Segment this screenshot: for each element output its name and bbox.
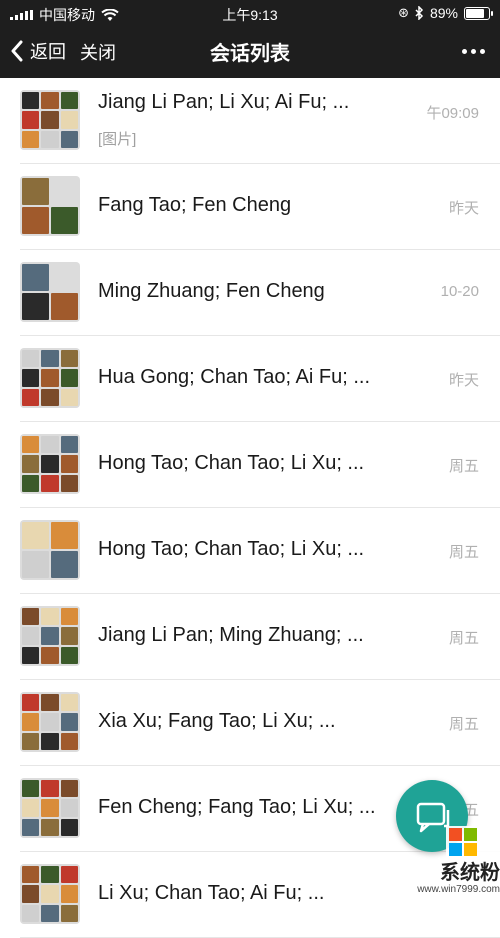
rotation-lock-icon: ⊛ (398, 5, 409, 20)
group-avatar (20, 864, 80, 924)
conversation-name: Hong Tao; Chan Tao; Li Xu; ... (98, 452, 365, 474)
group-avatar (20, 434, 80, 494)
conversation-name: Li Xu; Chan Tao; Ai Fu; ... (98, 882, 325, 904)
conversation-name: Hua Gong; Chan Tao; Ai Fu; ... (98, 366, 371, 388)
group-avatar (20, 692, 80, 752)
close-button[interactable]: 关闭 (80, 39, 116, 65)
group-avatar (20, 778, 80, 838)
watermark: 系统粉 www.win7999.com (417, 826, 500, 901)
conversation-row[interactable]: Jiang Li Pan; Li Xu; Ai Fu; ... [图片] 午09:0… (0, 78, 500, 164)
conversation-name: Jiang Li Pan; Ming Zhuang; ... (98, 624, 364, 646)
more-button[interactable] (458, 38, 488, 64)
conversation-row[interactable]: Ming Zhuang; Fen Cheng 10-20 (0, 250, 500, 336)
conversation-row[interactable]: Xia Xu; Fang Tao; Li Xu; ... 周五 (0, 680, 500, 766)
message-preview: [图片] (98, 131, 137, 148)
bluetooth-icon (415, 6, 424, 20)
conversation-time: 周五 (448, 630, 479, 647)
conversation-row[interactable]: Fang Tao; Fen Cheng 昨天 (0, 164, 500, 250)
status-right: ⊛ 89% (398, 5, 493, 21)
chevron-left-icon (11, 40, 23, 62)
conversation-time: 10-20 (440, 283, 479, 300)
conversation-time: 周五 (448, 716, 479, 733)
page-title: 会话列表 (210, 43, 290, 65)
conversation-name: Jiang Li Pan; Li Xu; Ai Fu; ... (98, 91, 350, 113)
back-label: 返回 (30, 42, 66, 62)
conversation-time: 昨天 (448, 200, 479, 217)
watermark-text: 系统粉 (440, 862, 500, 884)
group-avatar (20, 606, 80, 666)
conversation-row[interactable]: Hong Tao; Chan Tao; Li Xu; ... 周五 (0, 508, 500, 594)
group-avatar (20, 90, 80, 150)
more-dot-icon (470, 48, 476, 54)
battery-percent: 89% (429, 5, 458, 21)
conversation-name: Ming Zhuang; Fen Cheng (98, 280, 325, 302)
more-dot-icon (479, 48, 485, 54)
conversation-time: 周五 (448, 458, 479, 475)
battery-icon (464, 6, 493, 20)
more-dot-icon (461, 48, 467, 54)
conversation-name: Fen Cheng; Fang Tao; Li Xu; ... (98, 796, 376, 818)
conversation-name: Fang Tao; Fen Cheng (98, 194, 292, 216)
conversation-time: 周五 (448, 544, 479, 561)
conversation-row[interactable]: Hua Gong; Chan Tao; Ai Fu; ... 昨天 (0, 336, 500, 422)
back-button[interactable]: 返回 (10, 38, 66, 64)
conversation-name: Hong Tao; Chan Tao; Li Xu; ... (98, 538, 365, 560)
conversation-name: Xia Xu; Fang Tao; Li Xu; ... (98, 710, 336, 732)
group-avatar (20, 348, 80, 408)
conversation-row[interactable]: Jiang Li Pan; Ming Zhuang; ... 周五 (0, 594, 500, 680)
conversation-time: 昨天 (448, 372, 479, 389)
group-avatar (20, 262, 80, 322)
windows-logo-icon (449, 828, 477, 856)
status-bar: 中国移动 上午9:13 ⊛ 89% (0, 0, 500, 26)
group-avatar (20, 520, 80, 580)
conversation-time: 午09:09 (426, 105, 479, 122)
conversation-row[interactable]: Hong Tao; Chan Tao; Li Xu; ... 周五 (0, 422, 500, 508)
nav-bar: 返回 关闭 会话列表 (0, 26, 500, 78)
group-avatar (20, 176, 80, 236)
watermark-url: www.win7999.com (417, 884, 500, 895)
